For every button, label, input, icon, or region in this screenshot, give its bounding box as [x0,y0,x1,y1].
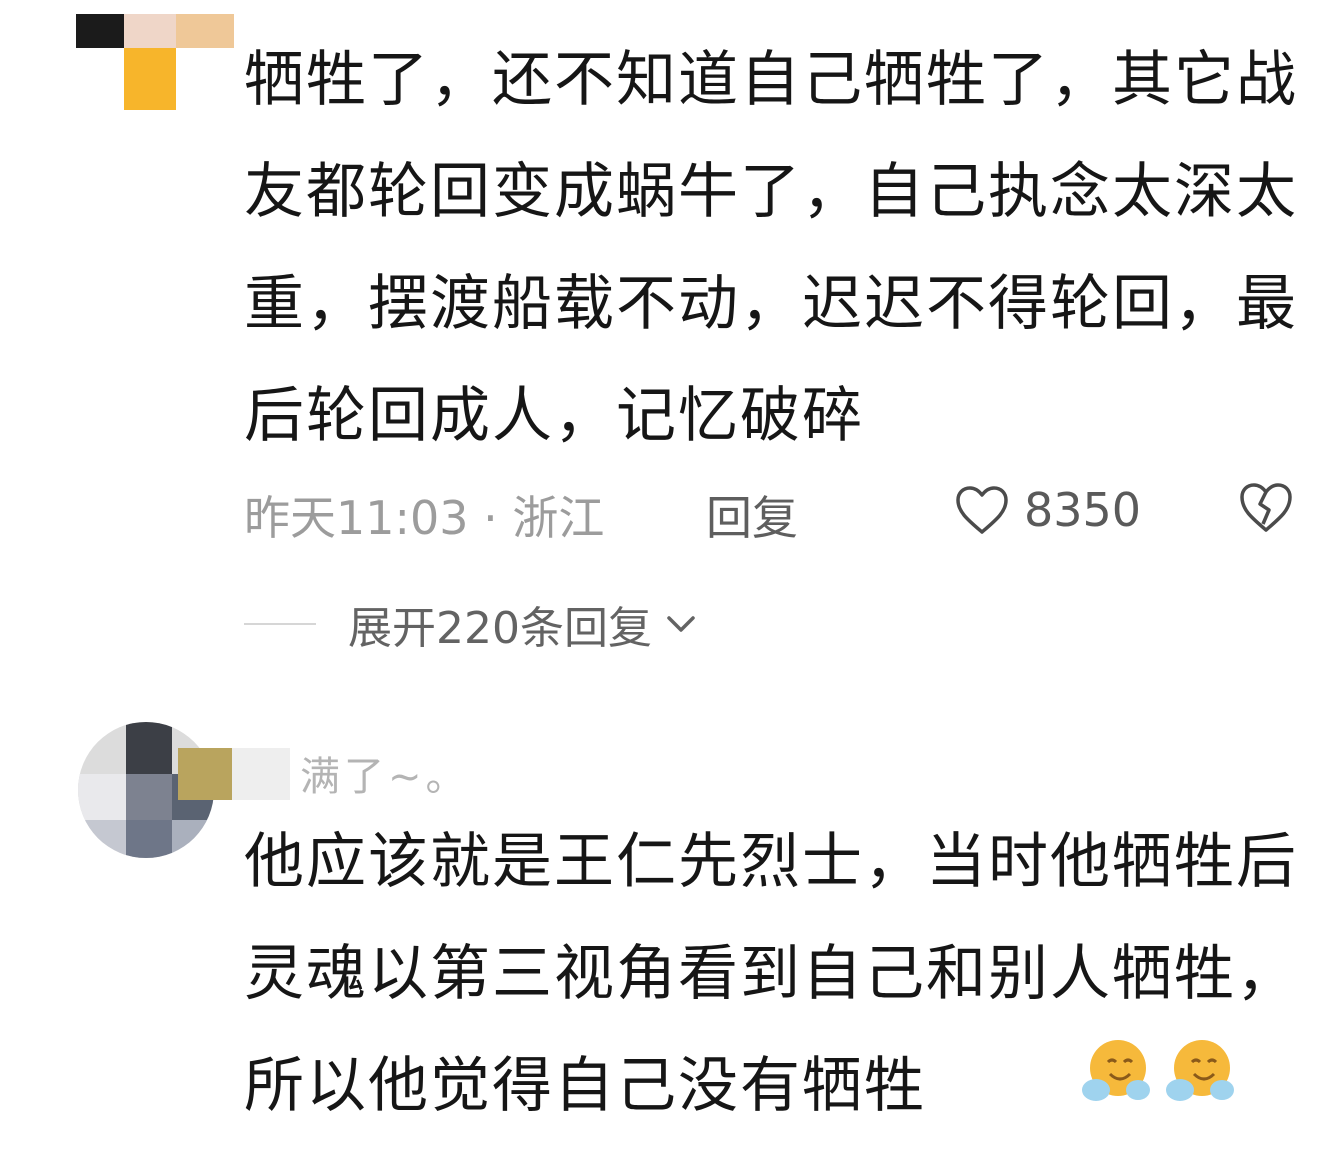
comment-meta: 昨天11:03 · 浙江 回复 8350 [244,478,1314,545]
comment-text: 牺牲了，还不知道自己牺牲了，其它战友都轮回变成蜗牛了，自己执念太深太重，摆渡船载… [244,45,1298,451]
comment-time-location: 昨天11:03 · 浙江 [244,491,605,545]
comment-item: 牺牲了，还不知道自己牺牲了，其它战友都轮回变成蜗牛了，自己执念太深太重，摆渡船载… [0,0,1332,700]
username-censor [178,748,290,800]
expand-replies-button[interactable]: 展开220条回复 [244,594,700,654]
avatar[interactable] [76,14,236,110]
hugging-face-emoji [1082,1040,1150,1101]
hugging-face-emoji [1166,1040,1234,1101]
expand-replies-label: 展开220条回复 [348,603,652,654]
reply-button[interactable]: 回复 [706,482,798,548]
heart-outline-icon [956,486,1008,534]
chevron-down-icon [667,616,695,632]
like-count: 8350 [1024,483,1142,537]
username[interactable]: 满了~。 [300,744,470,802]
broken-heart-icon [1240,483,1292,532]
comment-item: 满了~。 他应该就是王仁先烈士，当时他牺牲后灵魂以第三视角看到自己和别人牺牲，所… [0,700,1332,1160]
divider-line [244,623,316,625]
like-button[interactable]: 8350 [954,478,1141,542]
dislike-button[interactable] [1238,480,1294,545]
